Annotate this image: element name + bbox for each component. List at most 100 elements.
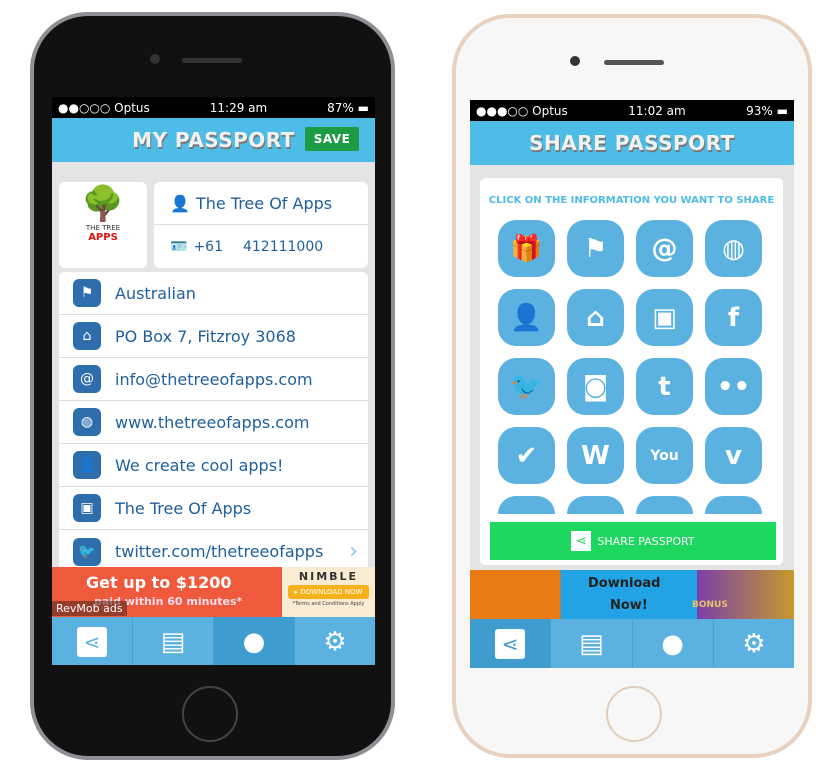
- instruction-text: CLICK ON THE INFORMATION YOU WANT TO SHA…: [488, 195, 775, 206]
- row-text: twitter.com/thetreeofapps: [115, 542, 324, 561]
- speaker: [182, 58, 242, 63]
- chevron-right-icon: ›: [349, 539, 358, 564]
- gift-icon: 🎁: [510, 233, 543, 264]
- list-item-twitter[interactable]: 🐦 twitter.com/thetreeofapps ›: [59, 530, 368, 572]
- share-option-tumblr[interactable]: t: [636, 358, 693, 415]
- list-item-address[interactable]: ⌂ PO Box 7, Fitzroy 3068: [59, 315, 368, 358]
- globe-icon: ◍: [73, 408, 101, 436]
- screen-share-passport: ●●●○○ Optus 11:02 am 93% ▬ SHARE PASSPOR…: [470, 100, 794, 668]
- home-button[interactable]: [606, 686, 662, 742]
- id-card-icon: 🪪: [170, 238, 188, 255]
- wordpress-icon: W: [581, 440, 610, 471]
- phone-row[interactable]: 🪪 +61 412111000: [154, 225, 368, 268]
- tab-settings[interactable]: ⚙: [295, 617, 375, 665]
- share-option-briefcase[interactable]: ▣: [636, 289, 693, 346]
- share-option-gift[interactable]: 🎁: [498, 220, 555, 277]
- facebook-icon: f: [727, 302, 740, 333]
- tumblr-icon: t: [658, 371, 671, 402]
- tab-contacts[interactable]: ▤: [133, 617, 214, 665]
- share-option-checkmark[interactable]: ✔: [498, 427, 555, 484]
- at-icon: @: [651, 233, 678, 264]
- header: MY PASSPORT SAVE: [52, 118, 375, 162]
- phone-number: 412111000: [242, 238, 324, 255]
- list-item-bio[interactable]: 👤 We create cool apps!: [59, 444, 368, 487]
- tab-bar: ⋖ ▤ ● ⚙: [52, 617, 375, 665]
- ad-headline: Get up to $1200: [86, 573, 232, 592]
- share-option-youtube[interactable]: You: [636, 427, 693, 484]
- name-row[interactable]: 👤 The Tree Of Apps: [154, 182, 368, 225]
- tab-settings[interactable]: ⚙: [714, 619, 794, 668]
- share-option-at[interactable]: @: [636, 220, 693, 277]
- row-text: PO Box 7, Fitzroy 3068: [115, 326, 296, 346]
- row-text: We create cool apps!: [115, 455, 284, 475]
- tab-profile[interactable]: ●: [214, 617, 295, 665]
- logo-card[interactable]: 🌳 THE TREE APPS: [59, 182, 147, 268]
- person-icon: 👤: [73, 451, 101, 479]
- twitter-icon: 🐦: [73, 537, 101, 566]
- flag-icon: ⚑: [73, 279, 101, 307]
- camera: [570, 56, 580, 66]
- share-option-person[interactable]: 👤: [498, 289, 555, 346]
- share-option-wordpress[interactable]: W: [567, 427, 624, 484]
- flag-icon: ⚑: [583, 233, 608, 264]
- share-option-flag[interactable]: ⚑: [567, 220, 624, 277]
- list-item-nationality[interactable]: ⚑ Australian: [59, 272, 368, 315]
- share-card: CLICK ON THE INFORMATION YOU WANT TO SHA…: [480, 178, 783, 565]
- status-bar: ●●○○○ Optus 11:29 am 87% ▬: [52, 97, 375, 118]
- speaker: [604, 60, 664, 65]
- share-option-instagram[interactable]: ◙: [567, 358, 624, 415]
- share-option-vimeo[interactable]: v: [705, 427, 762, 484]
- share-option-twitter[interactable]: 🐦: [498, 358, 555, 415]
- list-item-email[interactable]: @ info@thetreeofapps.com: [59, 358, 368, 401]
- vimeo-icon: v: [725, 440, 742, 471]
- home-icon: ⌂: [586, 302, 605, 333]
- row-text: www.thetreeofapps.com: [115, 412, 310, 432]
- ad-badge: BONUS: [692, 600, 728, 610]
- page-title: SHARE PASSPORT: [529, 131, 735, 155]
- share-option-home[interactable]: ⌂: [567, 289, 624, 346]
- tab-share[interactable]: ⋖: [52, 617, 133, 665]
- ad-banner[interactable]: Get up to $1200 paid within 60 minutes* …: [52, 567, 375, 617]
- globe-icon: ◍: [722, 233, 745, 264]
- share-option-globe[interactable]: ◍: [705, 220, 762, 277]
- list-item-company[interactable]: ▣ The Tree Of Apps: [59, 487, 368, 530]
- time: 11:29 am: [209, 100, 268, 115]
- instagram-icon: ◙: [582, 371, 609, 402]
- carrier: ●●●○○ Optus: [476, 103, 568, 118]
- identity-card: 👤 The Tree Of Apps 🪪 +61 412111000: [154, 182, 368, 268]
- tab-contacts[interactable]: ▤: [551, 619, 633, 668]
- person-icon: ●: [661, 628, 684, 659]
- share-option-facebook[interactable]: f: [705, 289, 762, 346]
- name-value: The Tree Of Apps: [195, 193, 333, 213]
- share-passport-button[interactable]: ⋖ SHARE PASSPORT: [490, 522, 776, 560]
- home-button[interactable]: [182, 686, 238, 742]
- briefcase-icon: ▣: [652, 302, 677, 333]
- gear-icon: ⚙: [323, 626, 347, 657]
- list-item-website[interactable]: ◍ www.thetreeofapps.com: [59, 401, 368, 444]
- tree-logo-icon: 🌳: [81, 184, 125, 224]
- share-icon: ⋖: [495, 628, 526, 659]
- share-option-flickr[interactable]: ••: [705, 358, 762, 415]
- tab-share[interactable]: ⋖: [470, 619, 552, 668]
- person-icon: 👤: [510, 302, 543, 333]
- battery: 93% ▬: [746, 103, 788, 118]
- ad-brand: NIMBLE: [298, 570, 359, 583]
- phone-code: +61: [193, 238, 223, 255]
- row-text: Australian: [115, 283, 196, 303]
- ad-brand-panel: NIMBLE ▸ DOWNLOAD NOW *Terms and Conditi…: [282, 567, 375, 617]
- phone-right: ●●●○○ Optus 11:02 am 93% ▬ SHARE PASSPOR…: [452, 14, 812, 758]
- flickr-icon: ••: [716, 371, 751, 402]
- page-title: MY PASSPORT: [132, 128, 295, 152]
- ad-banner[interactable]: Download Now! BONUS: [470, 570, 794, 619]
- ad-download-button[interactable]: ▸ DOWNLOAD NOW: [288, 585, 369, 599]
- logo-text-apps: APPS: [88, 232, 118, 243]
- save-button[interactable]: SAVE: [305, 127, 359, 151]
- share-icon: ⋖: [571, 531, 592, 551]
- share-button-label: SHARE PASSPORT: [597, 534, 695, 548]
- notebook-icon: ▤: [160, 626, 186, 657]
- battery: 87% ▬: [327, 100, 369, 115]
- time: 11:02 am: [628, 103, 686, 118]
- tab-profile[interactable]: ●: [633, 619, 714, 668]
- carrier: ●●○○○ Optus: [58, 100, 150, 115]
- logo-text: THE TREE: [85, 224, 121, 232]
